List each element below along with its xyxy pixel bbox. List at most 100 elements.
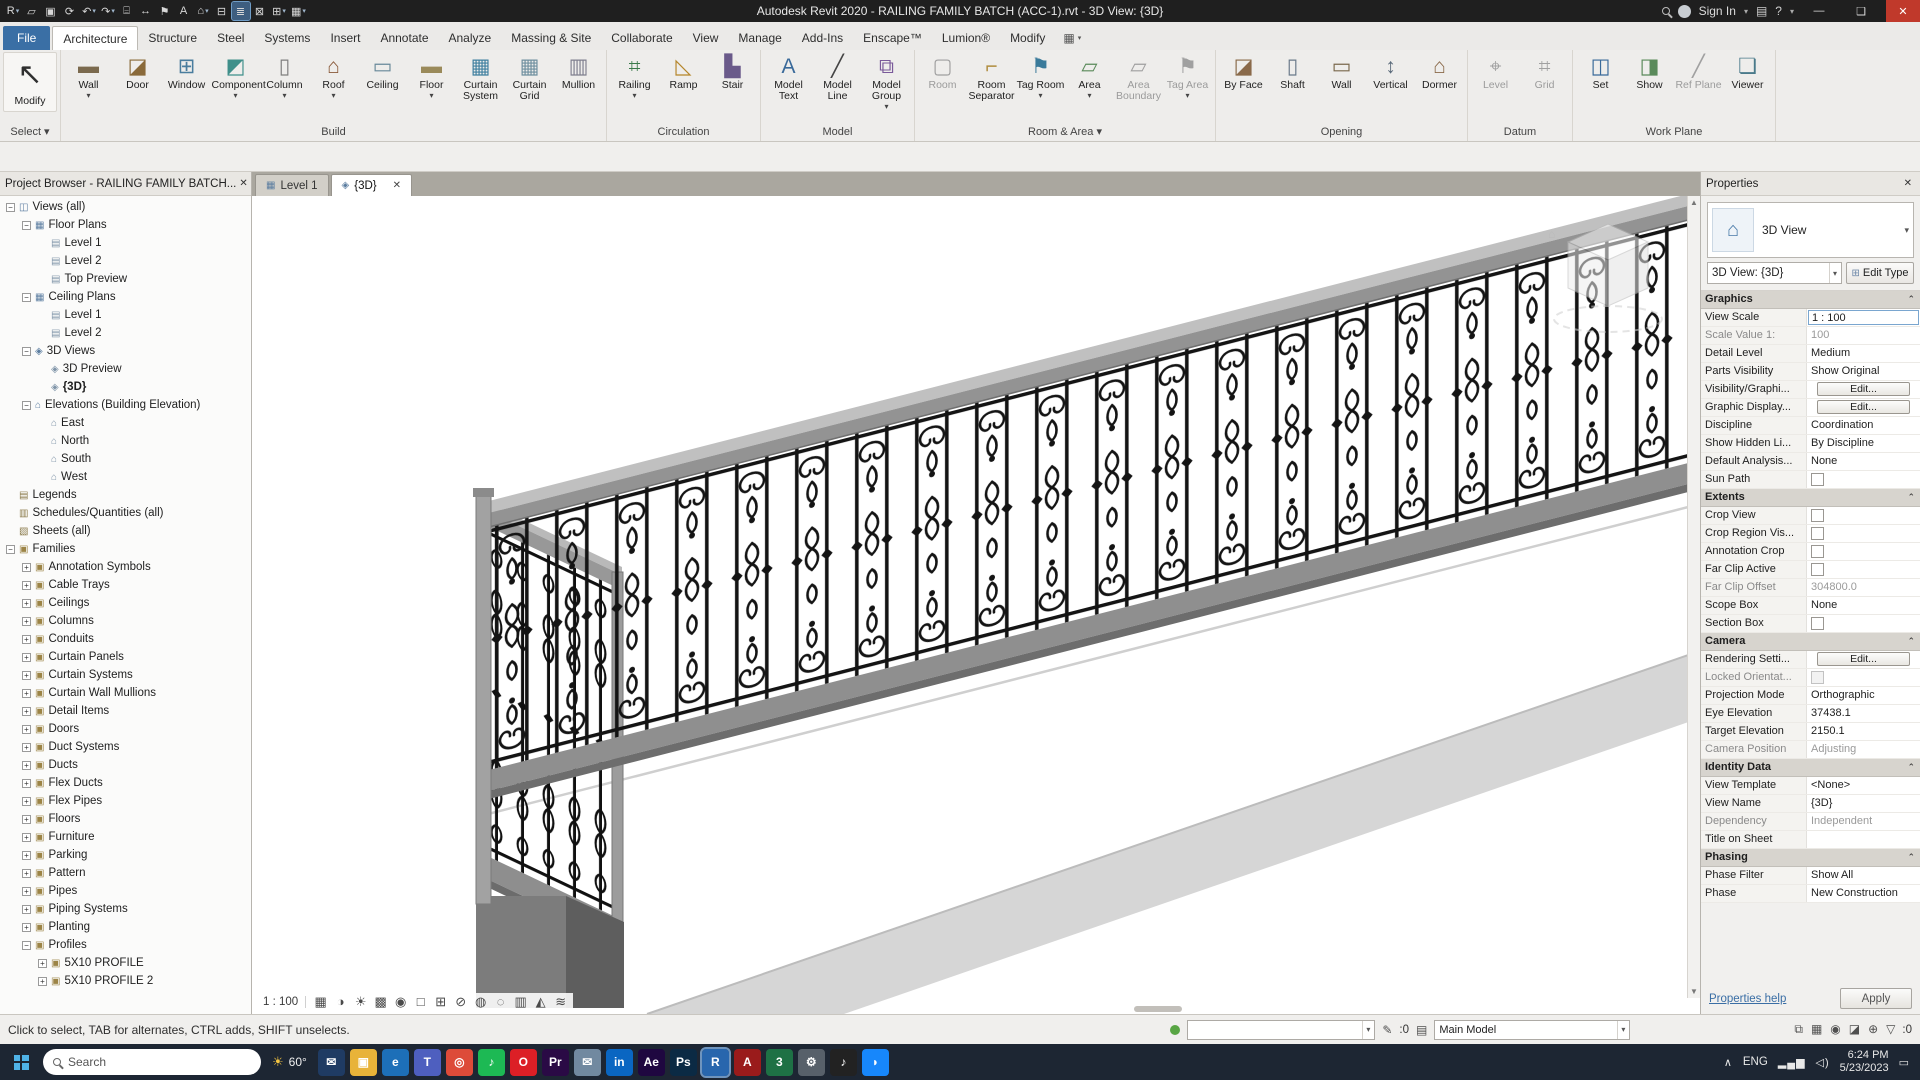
qat-button[interactable]: ↷ ▾ [99,2,117,20]
ribbon-button[interactable]: ▢ Room [918,52,967,91]
property-row[interactable]: Graphic Display... Edit... ⌃ [1701,399,1920,417]
tree-expander-icon[interactable]: + [22,832,31,842]
ribbon-tab[interactable]: Manage [728,26,791,50]
qat-button[interactable]: ⊟ [213,2,231,20]
property-row[interactable]: Extents ⌃ [1701,489,1920,507]
tree-expander-icon[interactable]: + [22,850,31,860]
chevron-down-icon[interactable]: ▾ [1362,1020,1370,1039]
property-row[interactable]: Rendering Setti... Edit... ⌃ [1701,651,1920,669]
design-options-icon[interactable]: ▤ [1416,1023,1427,1037]
ribbon-button[interactable]: ❏ Viewer [1723,52,1772,91]
ribbon-button[interactable]: ◺ Ramp [659,52,708,91]
ribbon-tab[interactable]: Analyze [439,26,502,50]
tree-expander-icon[interactable]: + [22,670,31,680]
property-row[interactable]: View Scale 1 : 100 ⌃ [1701,309,1920,327]
property-row[interactable]: Crop Region Vis... ⌃ [1701,525,1920,543]
ribbon-tab[interactable]: Add-Ins [792,26,853,50]
tree-expander-icon[interactable]: + [22,742,31,752]
browser-tree-item[interactable]: ▤ Level 1 [0,234,251,252]
ribbon-button[interactable]: ◪ By Face [1219,52,1268,91]
ribbon-button[interactable]: ▯ Shaft [1268,52,1317,91]
tree-expander-icon[interactable]: + [22,688,31,698]
property-row[interactable]: Graphics ⌃ [1701,291,1920,309]
browser-tree-item[interactable]: − ▦ Floor Plans [0,216,251,234]
view-control-icon[interactable]: ◉ [393,994,408,1010]
browser-tree-item[interactable]: ▤ Top Preview [0,270,251,288]
tree-expander-icon[interactable]: + [38,976,47,986]
taskbar-search-input[interactable]: Search [43,1049,261,1075]
taskbar-app-icon[interactable]: ✉ [317,1048,345,1076]
property-row[interactable]: Camera Position Adjusting ⌃ [1701,741,1920,759]
tree-expander-icon[interactable]: + [22,724,31,734]
taskbar-app-icon[interactable]: ✉ [573,1048,601,1076]
ribbon-tab[interactable]: Architecture [52,26,139,50]
ribbon-button[interactable]: ◨ Show [1625,52,1674,91]
browser-tree-item[interactable]: ⌂ South [0,450,251,468]
ribbon-button[interactable]: ⌗ Grid [1520,52,1569,91]
view-control-icon[interactable]: ⊞ [433,994,448,1010]
restore-button[interactable]: ❑ [1844,0,1878,22]
browser-tree-item[interactable]: ▤ Legends [0,486,251,504]
view-control-icon[interactable]: ◍ [473,994,488,1010]
tree-expander-icon[interactable]: + [22,634,31,644]
browser-tree-item[interactable]: + ▣ Parking [0,846,251,864]
ribbon-panel-title[interactable]: Select ▾ [0,124,60,141]
taskbar-app-icon[interactable]: e [381,1048,409,1076]
ribbon-button[interactable]: ▱ Area ▾ [1065,52,1114,100]
browser-tree-item[interactable]: − ◫ Views (all) [0,198,251,216]
volume-icon[interactable]: ◁) [1816,1056,1830,1069]
view-control-icon[interactable]: ▩ [373,994,388,1010]
taskbar-app-icon[interactable]: Pr [541,1048,569,1076]
ribbon-button[interactable]: ◪ Door [113,52,162,91]
tree-expander-icon[interactable]: + [22,868,31,878]
tree-expander-icon[interactable]: + [22,922,31,932]
property-row[interactable]: Crop View ⌃ [1701,507,1920,525]
taskbar-app-icon[interactable]: ▣ [349,1048,377,1076]
property-row[interactable]: Default Analysis... None ⌃ [1701,453,1920,471]
ribbon-button[interactable]: ▬ Floor ▾ [407,52,456,100]
browser-tree-item[interactable]: + ▣ Planting [0,918,251,936]
selection-toggle-icon[interactable]: ▦ [1811,1022,1822,1037]
view-scale-button[interactable]: 1 : 100 [263,996,307,1008]
tree-expander-icon[interactable]: + [22,706,31,716]
selection-toggle-icon[interactable]: ◉ [1830,1022,1840,1037]
browser-tree-item[interactable]: − ⌂ Elevations (Building Elevation) [0,396,251,414]
tree-expander-icon[interactable]: + [22,886,31,896]
browser-tree-item[interactable]: − ◈ 3D Views [0,342,251,360]
selection-toggle-icon[interactable]: ◪ [1849,1022,1860,1037]
ribbon-button[interactable]: ▙ Stair [708,52,757,91]
qat-button[interactable]: ≣ [231,1,251,21]
ribbon-tab[interactable]: Collaborate [601,26,682,50]
view-control-icon[interactable]: ☀ [353,994,368,1010]
properties-help-link[interactable]: Properties help [1709,993,1786,1005]
view-control-icon[interactable]: ▥ [513,994,528,1010]
collapse-section-icon[interactable]: ⌃ [1902,291,1920,308]
ribbon-button[interactable]: ▯ Column ▾ [260,52,309,100]
browser-tree-item[interactable]: ⌂ West [0,468,251,486]
browser-tree-item[interactable]: + ▣ Ducts [0,756,251,774]
tree-expander-icon[interactable]: − [22,346,31,356]
browser-tree-item[interactable]: + ▣ Curtain Wall Mullions [0,684,251,702]
close-icon[interactable]: ✕ [393,180,401,191]
active-workset-combo[interactable]: ▾ [1187,1019,1376,1040]
qat-button[interactable]: ⌂ ▾ [194,2,212,20]
ribbon-button[interactable]: ▦ Curtain System [456,52,505,102]
browser-tree-item[interactable]: + ▣ Pipes [0,882,251,900]
taskbar-app-icon[interactable]: T [413,1048,441,1076]
property-row[interactable]: Dependency Independent ⌃ [1701,813,1920,831]
tree-expander-icon[interactable]: + [22,760,31,770]
ribbon-button[interactable]: ⌖ Level [1471,52,1520,91]
ribbon-panel-title[interactable]: Circulation [607,124,760,141]
browser-tree-item[interactable]: + ▣ Cable Trays [0,576,251,594]
view-control-icon[interactable]: ◑ [333,994,348,1010]
property-row[interactable]: Show Hidden Li... By Discipline ⌃ [1701,435,1920,453]
ribbon-tab[interactable]: Annotate [370,26,438,50]
browser-tree-item[interactable]: − ▣ Families [0,540,251,558]
property-row[interactable]: Projection Mode Orthographic ⌃ [1701,687,1920,705]
chevron-down-icon[interactable]: ▾ [1744,7,1748,16]
tree-expander-icon[interactable]: + [22,796,31,806]
browser-tree-item[interactable]: + ▣ Doors [0,720,251,738]
property-row[interactable]: Title on Sheet ⌃ [1701,831,1920,849]
qat-button[interactable]: ▣ [42,2,60,20]
ribbon-button[interactable]: ◫ Set [1576,52,1625,91]
